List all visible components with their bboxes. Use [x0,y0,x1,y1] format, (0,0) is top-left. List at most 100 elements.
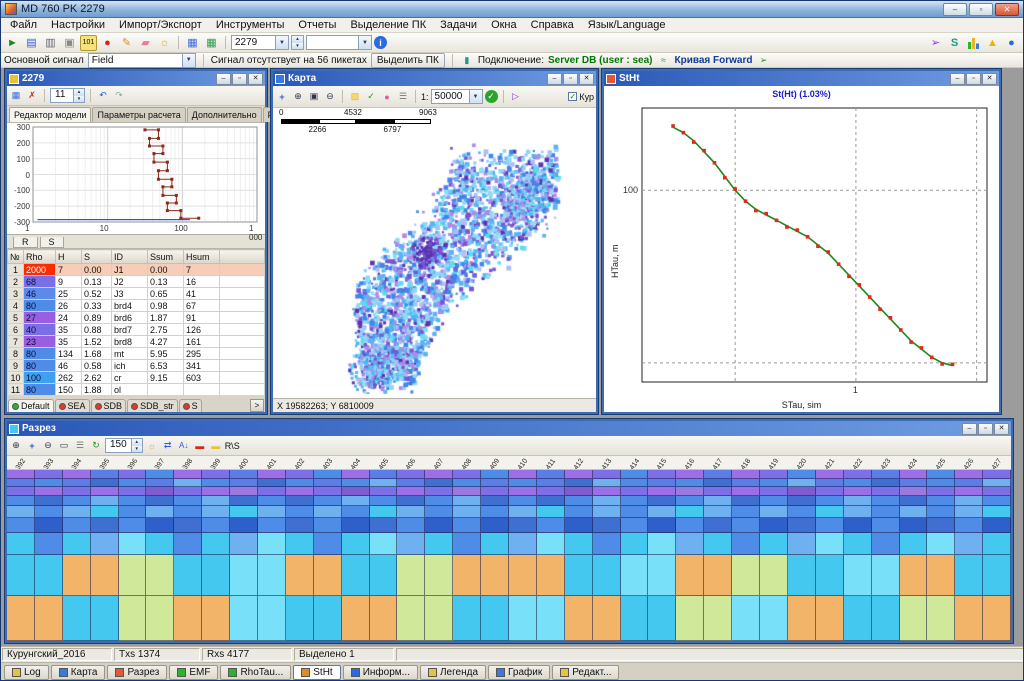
section-cell[interactable] [927,496,955,506]
section-cell[interactable] [565,533,593,555]
section-cell[interactable] [342,555,370,596]
section-cell[interactable] [704,596,732,640]
section-cell[interactable] [509,518,537,533]
value-cell[interactable]: 25 [56,288,82,300]
section-zoom-out-icon[interactable]: ⊖ [41,439,55,452]
section-cell[interactable] [788,487,816,496]
value-cell[interactable]: 1.52 [82,336,112,348]
section-cell[interactable] [955,533,983,555]
section-cell[interactable] [314,518,342,533]
section-cell[interactable] [844,479,872,488]
section-cell[interactable] [509,470,537,479]
subtab-R[interactable]: R [13,237,38,248]
section-cell[interactable] [91,487,119,496]
section-cell[interactable] [146,496,174,506]
value-cell[interactable]: 26 [56,300,82,312]
section-column[interactable] [900,470,928,641]
section-cell[interactable] [955,596,983,640]
section-cell[interactable] [119,518,147,533]
section-cell[interactable] [7,506,35,518]
section-cell[interactable] [425,518,453,533]
section-cell[interactable] [425,506,453,518]
section-cell[interactable] [119,533,147,555]
section-cell[interactable] [816,518,844,533]
section-cell[interactable] [258,487,286,496]
open-icon[interactable]: ► [4,35,21,51]
rho-cell[interactable]: 27 [24,312,56,324]
value-cell[interactable]: 46 [56,360,82,372]
section-cell[interactable] [286,555,314,596]
dataset-tab-SEA[interactable]: SEA [55,399,90,412]
value-cell[interactable]: J3 [112,288,148,300]
section-cell[interactable] [230,533,258,555]
section-cell[interactable] [872,496,900,506]
stht-window-titlebar[interactable]: StHt – ▫ ✕ [604,71,999,86]
section-cell[interactable] [760,533,788,555]
section-column[interactable] [91,470,119,641]
section-cell[interactable] [230,506,258,518]
table-row[interactable]: 346250.52J30.6541 [8,288,265,300]
section-column[interactable] [481,470,509,641]
menu-item-Справка[interactable]: Справка [524,18,581,32]
sun-icon[interactable]: ☼ [156,35,173,51]
value-cell[interactable]: 67 [184,300,220,312]
section-cell[interactable] [565,470,593,479]
map-extra-icon[interactable]: ▷ [509,90,523,103]
section-column[interactable] [872,470,900,641]
value-cell[interactable]: 134 [56,348,82,360]
section-cell[interactable] [286,470,314,479]
section-cell[interactable] [788,596,816,640]
table-grid-icon[interactable]: ▦ [184,35,201,51]
section-cell[interactable] [202,555,230,596]
section-cell[interactable] [35,596,63,640]
table-row[interactable]: 480260.33brd40.9867 [8,300,265,312]
map-canvas-wrap[interactable] [273,134,596,398]
rho-cell[interactable]: 100 [24,372,56,384]
map-window-titlebar[interactable]: Карта – ▫ ✕ [273,71,596,86]
section-cell[interactable] [7,487,35,496]
value-cell[interactable]: 0.33 [82,300,112,312]
section-cell[interactable] [648,496,676,506]
stop-icon[interactable]: ● [99,35,116,51]
value-cell[interactable]: 126 [184,324,220,336]
section-cell[interactable] [314,479,342,488]
section-cell[interactable] [286,496,314,506]
dataset-tab-SDB_str[interactable]: SDB_str [127,399,178,412]
section-cell[interactable] [35,518,63,533]
info-icon[interactable]: i [374,36,387,49]
section-cell[interactable] [286,518,314,533]
section-cell[interactable] [927,555,955,596]
section-cell[interactable] [314,506,342,518]
section-cell[interactable] [63,506,91,518]
section-cell[interactable] [119,479,147,488]
section-cell[interactable] [955,555,983,596]
section-cell[interactable] [314,487,342,496]
section-cell[interactable] [202,470,230,479]
menu-item-Импорт/Экспорт[interactable]: Импорт/Экспорт [112,18,209,32]
section-cell[interactable] [35,555,63,596]
section-cell[interactable] [509,496,537,506]
section-cell[interactable] [91,533,119,555]
curve-tool-icon[interactable]: S [946,35,963,51]
section-cell[interactable] [593,496,621,506]
section-cell[interactable] [648,506,676,518]
section-cell[interactable] [565,496,593,506]
section-cell[interactable] [676,496,704,506]
menu-item-Настройки[interactable]: Настройки [44,18,112,32]
section-cell[interactable] [872,518,900,533]
tab-Редактор модели[interactable]: Редактор модели [9,107,91,122]
section-cell[interactable] [648,479,676,488]
section-cell[interactable] [509,533,537,555]
section-cell[interactable] [370,470,398,479]
value-cell[interactable]: 35 [56,324,82,336]
taskbar-tab-Разрез[interactable]: Разрез [107,665,167,680]
section-red-line-icon[interactable]: ▬ [193,439,207,452]
menu-item-Задачи[interactable]: Задачи [433,18,484,32]
section-cell[interactable] [286,487,314,496]
section-cell[interactable] [537,518,565,533]
stht-chart[interactable]: St(Ht) (1.03%) 1001HTau, mSTau, sim [604,86,999,412]
value-cell[interactable]: brd7 [112,324,148,336]
section-column[interactable] [704,470,732,641]
section-cell[interactable] [7,496,35,506]
section-cell[interactable] [704,518,732,533]
